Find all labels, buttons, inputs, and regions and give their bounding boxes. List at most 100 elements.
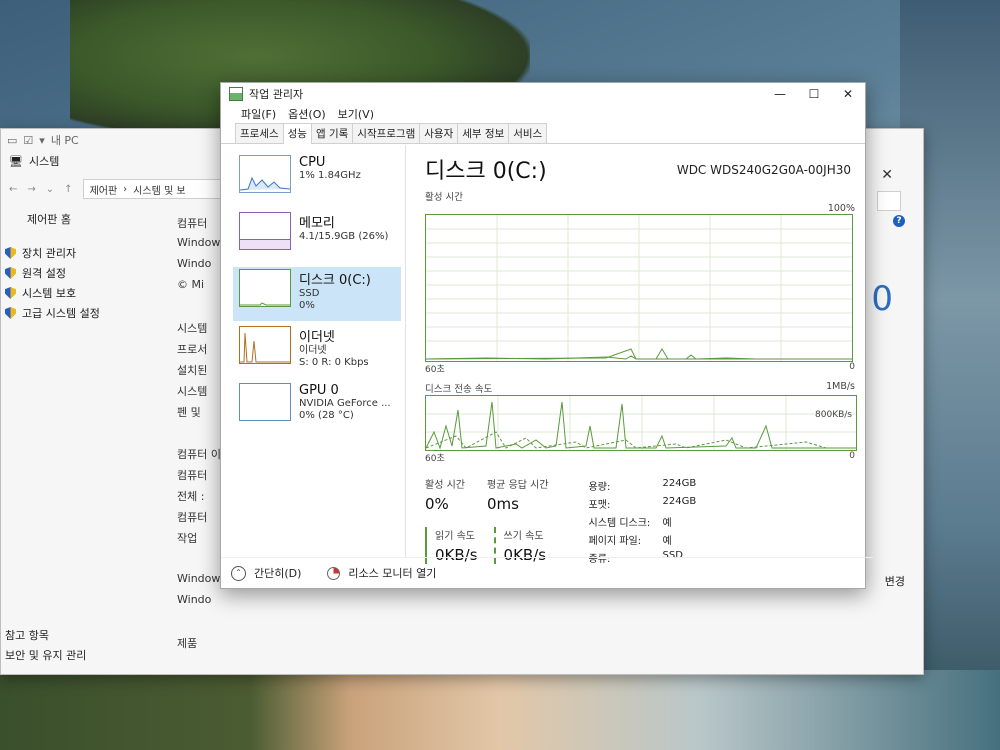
stat-active-time: 활성 시간 0%: [425, 476, 465, 513]
breadcrumb-item[interactable]: 시스템 및 보: [133, 182, 185, 197]
menu-view[interactable]: 보기(V): [338, 106, 374, 122]
memory-thumbnail: [239, 212, 291, 250]
disk-thumbnail: [239, 269, 291, 307]
wallpaper-shore: [0, 670, 1000, 750]
resource-cpu[interactable]: CPU 1% 1.84GHz: [233, 153, 401, 207]
resource-name: 디스크 0(C:): [299, 273, 371, 288]
property-value: 224GB: [662, 478, 697, 489]
property-value: 예: [662, 536, 672, 547]
tab-users[interactable]: 사용자: [419, 123, 459, 143]
resource-text: CPU 1% 1.84GHz: [299, 155, 361, 205]
resource-memory[interactable]: 메모리 4.1/15.9GB (26%): [233, 210, 401, 264]
dropdown-icon[interactable]: ▾: [39, 134, 45, 147]
resource-sub: 1% 1.84GHz: [299, 170, 361, 181]
task-manager-footer: ⌃ 간단히(D) 리소스 모니터 열기: [221, 557, 873, 588]
tab-processes[interactable]: 프로세스: [235, 123, 284, 143]
resource-sub: S: 0 R: 0 Kbps: [299, 357, 369, 368]
tab-app-history[interactable]: 앱 기록: [310, 123, 354, 143]
tab-services[interactable]: 서비스: [508, 123, 548, 143]
minimize-icon[interactable]: —: [763, 87, 797, 101]
task-link-device-manager[interactable]: 장치 관리자: [5, 243, 205, 263]
resource-monitor-link[interactable]: 리소스 모니터 열기: [348, 565, 436, 581]
forward-icon[interactable]: →: [27, 184, 35, 195]
graph2-max: 1MB/s: [826, 381, 855, 392]
task-manager-icon: [229, 87, 243, 101]
tab-performance[interactable]: 성능: [282, 123, 312, 144]
system-info-line: [177, 614, 237, 635]
disk-model: WDC WDS240G2G0A-00JH30: [676, 163, 851, 177]
stat-label: 활성 시간: [425, 480, 465, 491]
task-label: 시스템 보호: [22, 287, 77, 300]
menu-file[interactable]: 파일(F): [241, 106, 276, 122]
resource-gpu[interactable]: GPU 0 NVIDIA GeForce ... 0% (28 °C): [233, 381, 401, 435]
graph1-right-foot: 0: [849, 362, 855, 372]
breadcrumb-item[interactable]: 제어판: [90, 182, 118, 197]
stat-label: 읽기 속도: [435, 531, 475, 542]
stat-label: 쓰기 속도: [503, 531, 544, 542]
ethernet-sparkline: [240, 332, 290, 363]
resource-sub: NVIDIA GeForce ...: [299, 398, 391, 409]
stat-value: 0%: [425, 495, 449, 513]
graph1-label: 활성 시간: [425, 192, 463, 203]
cpu-sparkline: [240, 176, 290, 191]
see-also-heading: 참고 항목: [5, 629, 49, 642]
resource-sub: SSD: [299, 288, 320, 299]
cpu-thumbnail: [239, 155, 291, 193]
security-link[interactable]: 보안 및 유지 관리: [5, 647, 86, 667]
folder-icon[interactable]: ▭: [7, 134, 17, 147]
graph1-header: 활성 시간: [425, 189, 855, 203]
resource-disk[interactable]: 디스크 0(C:) SSD 0%: [233, 267, 401, 321]
chevron-up-icon[interactable]: ⌃: [231, 565, 246, 581]
tab-startup[interactable]: 시작프로그램: [352, 123, 421, 143]
maximize-icon[interactable]: ☐: [797, 87, 831, 101]
tab-details[interactable]: 세부 정보: [457, 123, 510, 143]
graph2-label: 디스크 전송 속도: [425, 384, 493, 395]
task-label: 원격 설정: [22, 267, 66, 280]
resource-monitor-icon[interactable]: [327, 566, 341, 580]
pane-divider[interactable]: [405, 145, 406, 557]
graph1-left-foot: 60초: [425, 365, 445, 375]
fewer-details-link[interactable]: 간단히(D): [254, 565, 301, 581]
tab-bar: 프로세스 성능 앱 기록 시작프로그램 사용자 세부 정보 서비스: [221, 123, 865, 144]
window-title: 작업 관리자: [249, 88, 304, 101]
shield-icon: [5, 247, 16, 259]
resource-text: 디스크 0(C:) SSD 0%: [299, 269, 371, 319]
close-icon[interactable]: ✕: [881, 167, 893, 183]
menu-options[interactable]: 옵션(O): [288, 106, 325, 122]
transfer-rate-graph: 800KB/s: [425, 395, 857, 451]
active-time-graph: [425, 214, 853, 362]
resource-sub: 0%: [299, 300, 315, 311]
help-icon[interactable]: ?: [893, 215, 905, 227]
task-link-remote[interactable]: 원격 설정: [5, 263, 205, 283]
system-title: 시스템: [28, 155, 60, 168]
close-icon[interactable]: ✕: [831, 87, 865, 101]
transfer-rate-plot: [426, 396, 856, 450]
search-icon[interactable]: [877, 191, 901, 211]
up-icon[interactable]: ↑: [64, 184, 72, 195]
property-value: 예: [662, 518, 672, 529]
resource-sub: 이더넷: [299, 345, 327, 356]
graph2-left-foot: 60초: [425, 454, 445, 464]
checkbox-icon[interactable]: ☑: [23, 134, 33, 147]
resource-list: CPU 1% 1.84GHz 메모리 4.1/15.9GB (26%) 디스크 …: [233, 153, 401, 438]
resource-name: CPU: [299, 155, 326, 170]
address-box[interactable]: 제어판 › 시스템 및 보: [82, 179, 227, 199]
resource-sub: 0% (28 °C): [299, 410, 354, 421]
graph1-max-row: 100%: [425, 203, 855, 214]
resource-text: 메모리 4.1/15.9GB (26%): [299, 212, 388, 262]
change-link[interactable]: 변경: [885, 573, 905, 589]
task-link-protection[interactable]: 시스템 보호: [5, 283, 205, 303]
task-link-advanced[interactable]: 고급 시스템 설정: [5, 303, 205, 323]
system-info-line: 제품: [177, 637, 198, 650]
quick-access-toolbar: ▭ ☑ ▾ 내 PC: [1, 129, 237, 151]
resource-ethernet[interactable]: 이더넷 이더넷 S: 0 R: 0 Kbps: [233, 324, 401, 378]
history-icon[interactable]: ⌄: [46, 184, 54, 195]
graph2-footer: 60초 0: [425, 451, 855, 464]
chevron-right-icon: ›: [123, 183, 128, 195]
back-icon[interactable]: ←: [9, 184, 17, 195]
property-label: 용량:: [588, 482, 611, 493]
stat-label: 평균 응답 시간: [486, 480, 549, 491]
property-label: 포맷:: [588, 500, 611, 511]
stat-response-time: 평균 응답 시간 0ms: [487, 476, 549, 513]
memory-fill: [240, 238, 290, 249]
